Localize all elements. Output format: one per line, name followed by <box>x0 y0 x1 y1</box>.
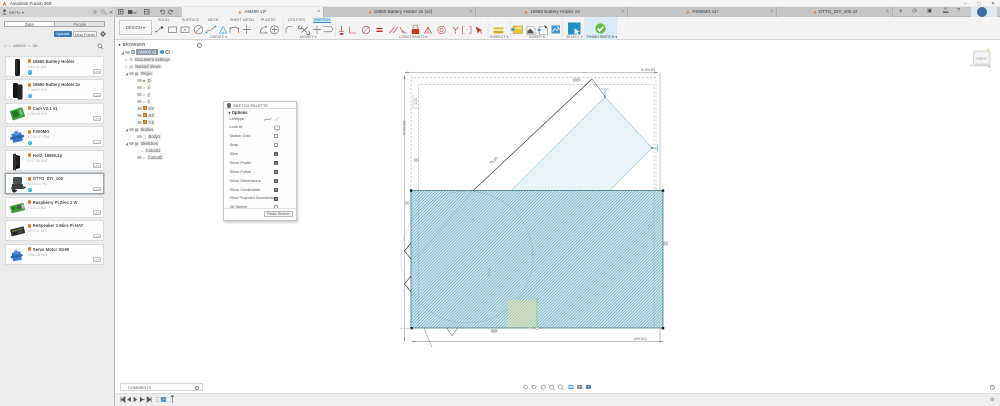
svg-text:(89.00): (89.00) <box>634 336 647 341</box>
svg-text:fx 69.00: fx 69.00 <box>402 120 407 135</box>
svg-text:2.00: 2.00 <box>414 98 418 105</box>
svg-text:fx 69.00: fx 69.00 <box>641 67 656 72</box>
svg-text:RIGHT: RIGHT <box>976 57 987 61</box>
